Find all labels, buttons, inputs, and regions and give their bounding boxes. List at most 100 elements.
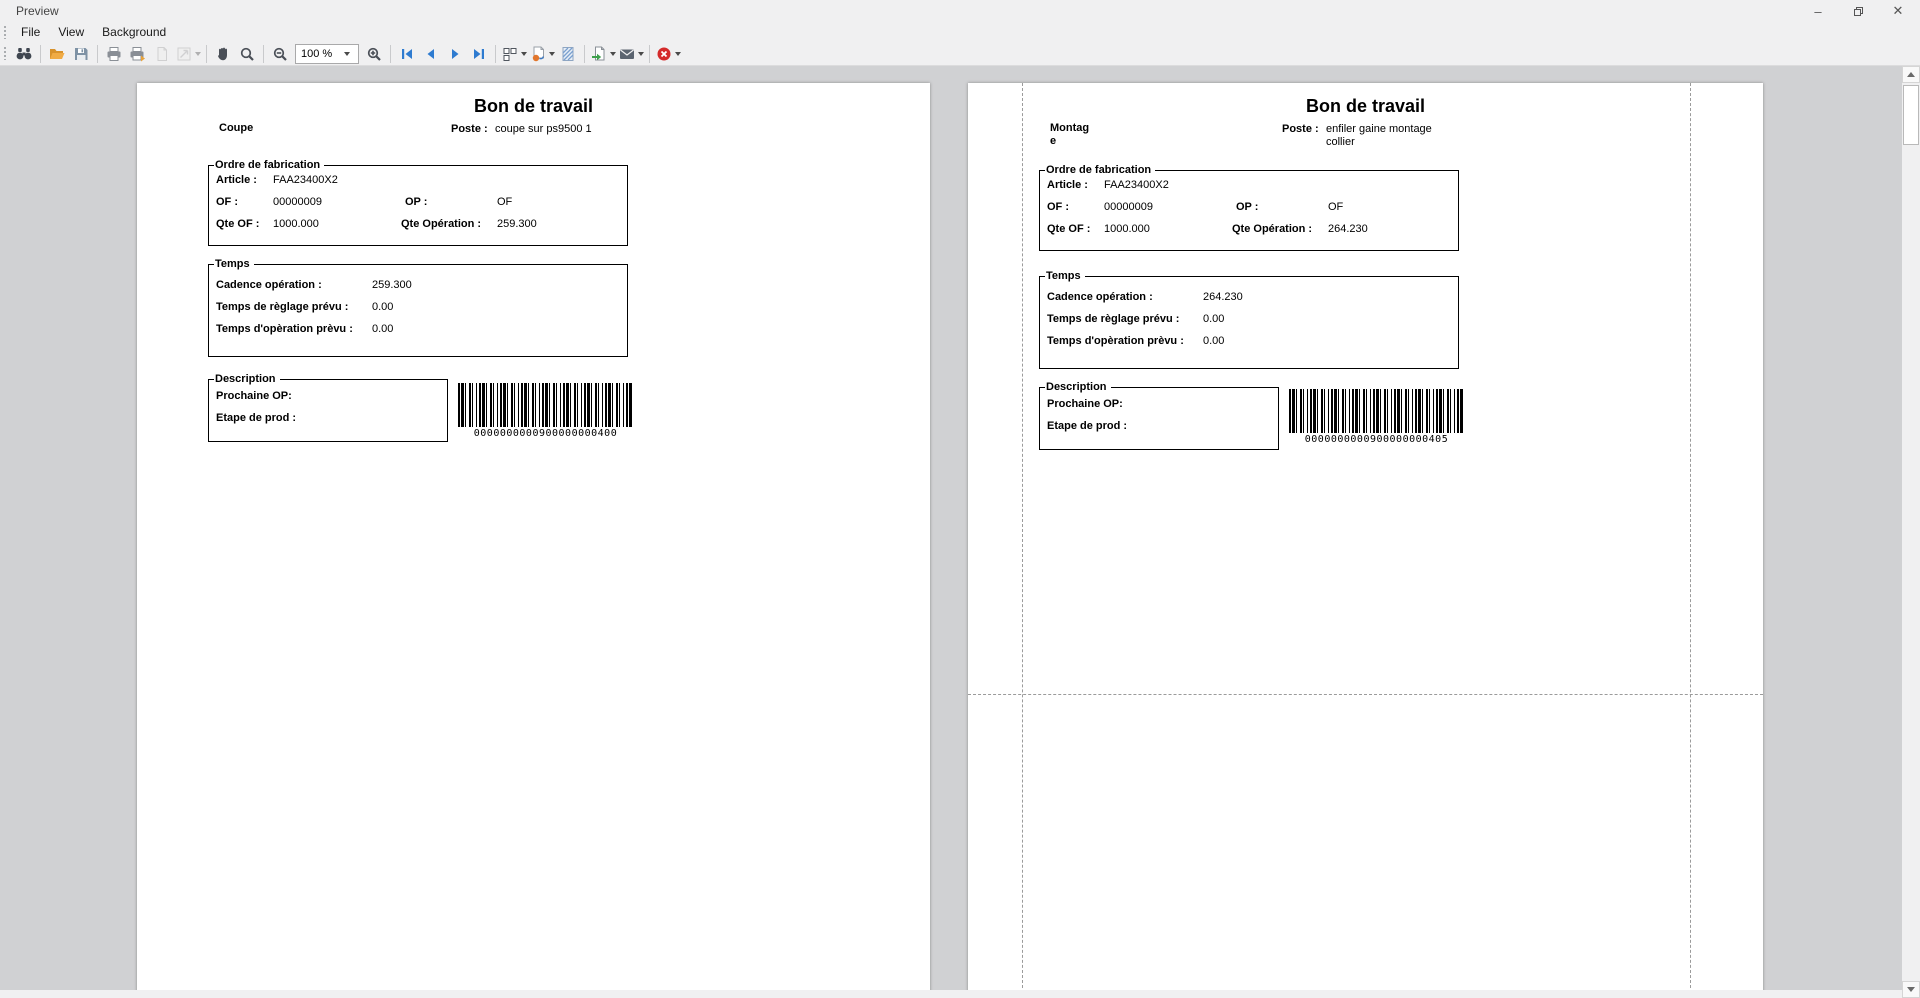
- of-label: OF :: [1047, 201, 1069, 213]
- temps-reglage-label: Temps de règlage prévu :: [1047, 313, 1179, 325]
- hand-tool-button[interactable]: [212, 43, 234, 65]
- menu-file[interactable]: File: [12, 23, 49, 41]
- zoom-combobox-caret[interactable]: [344, 52, 350, 56]
- last-page-icon: [470, 45, 488, 63]
- menu-bar: File View Background: [0, 22, 1920, 42]
- scroll-down-button[interactable]: [1902, 981, 1920, 998]
- open-folder-icon: [48, 45, 66, 63]
- page-title: Bon de travail: [968, 96, 1763, 117]
- barcode-number: 0000000000900000000400: [458, 428, 633, 439]
- minimize-icon: –: [1814, 4, 1821, 19]
- restore-button[interactable]: [1838, 0, 1878, 22]
- poste-value: coupe sur ps9500 1: [495, 123, 620, 136]
- zoom-out-icon: [271, 45, 289, 63]
- previous-page-icon: [422, 45, 440, 63]
- zoom-in-button[interactable]: [363, 43, 385, 65]
- page-color-button[interactable]: [529, 43, 555, 65]
- scale-dropdown-caret: [195, 52, 201, 56]
- of-label: OF :: [216, 196, 238, 208]
- page-margin-guide-left: [1022, 83, 1023, 998]
- title-bar: Preview – ✕: [0, 0, 1920, 22]
- open-button[interactable]: [46, 43, 68, 65]
- page-color-caret[interactable]: [549, 52, 555, 56]
- qte-operation-label: Qte Opération :: [1232, 223, 1312, 235]
- poste-label: Poste :: [1282, 123, 1319, 135]
- send-email-caret[interactable]: [638, 52, 644, 56]
- poste-value: enfiler gaine montage collier: [1326, 123, 1451, 149]
- qte-operation-label: Qte Opération :: [401, 218, 481, 230]
- hand-tool-icon: [214, 45, 232, 63]
- window-title: Preview: [16, 4, 59, 18]
- multiple-pages-button[interactable]: [501, 43, 527, 65]
- temps-operation-label: Temps d'opèration prèvu :: [216, 323, 353, 335]
- scale-button[interactable]: [175, 43, 201, 65]
- zoom-out-button[interactable]: [269, 43, 291, 65]
- zoom-combobox[interactable]: [295, 44, 359, 64]
- page-setup-icon: [153, 45, 171, 63]
- description-legend: Description: [1045, 381, 1111, 394]
- first-page-icon: [398, 45, 416, 63]
- description-box: Description Prochaine OP: Etape de prod …: [1039, 387, 1279, 450]
- barcode: 0000000000900000000405: [1289, 389, 1464, 445]
- watermark-button[interactable]: [557, 43, 579, 65]
- barcode-image: [458, 383, 633, 427]
- send-email-button[interactable]: [618, 43, 644, 65]
- scroll-up-button[interactable]: [1902, 66, 1920, 83]
- ordre-legend: Ordre de fabrication: [1045, 164, 1155, 177]
- next-page-button[interactable]: [444, 43, 466, 65]
- prochaine-op-label: Prochaine OP:: [216, 390, 292, 402]
- cadence-label: Cadence opération :: [1047, 291, 1153, 303]
- vertical-scrollbar[interactable]: [1902, 66, 1920, 998]
- last-page-button[interactable]: [468, 43, 490, 65]
- magnifier-icon: [238, 45, 256, 63]
- qte-operation-value: 264.230: [1328, 223, 1368, 235]
- stop-button[interactable]: [655, 43, 681, 65]
- temps-reglage-value: 0.00: [1203, 313, 1224, 325]
- close-icon: ✕: [1893, 3, 1904, 19]
- barcode-number: 0000000000900000000405: [1289, 434, 1464, 445]
- temps-box: Temps Cadence opération : 259.300 Temps …: [208, 264, 628, 357]
- export-document-button[interactable]: [590, 43, 616, 65]
- magnifier-button[interactable]: [236, 43, 258, 65]
- print-button[interactable]: [103, 43, 125, 65]
- quick-print-button[interactable]: [127, 43, 149, 65]
- multiple-pages-caret[interactable]: [521, 52, 527, 56]
- export-document-caret[interactable]: [610, 52, 616, 56]
- cadence-label: Cadence opération :: [216, 279, 322, 291]
- toolbar-grip[interactable]: [4, 47, 6, 60]
- temps-legend: Temps: [1045, 270, 1085, 283]
- stop-caret[interactable]: [675, 52, 681, 56]
- barcode-image: [1289, 389, 1464, 433]
- op-label: OP :: [405, 196, 427, 208]
- find-button[interactable]: [13, 43, 35, 65]
- ordre-legend: Ordre de fabrication: [214, 159, 324, 172]
- temps-box: Temps Cadence opération : 264.230 Temps …: [1039, 276, 1459, 369]
- find-icon: [15, 45, 33, 63]
- cadence-value: 264.230: [1203, 291, 1243, 303]
- barcode: 0000000000900000000400: [458, 383, 633, 439]
- of-value: 00000009: [1104, 201, 1153, 213]
- minimize-button[interactable]: –: [1798, 0, 1838, 22]
- horizontal-scrollbar[interactable]: [0, 990, 1902, 998]
- watermark-icon: [559, 45, 577, 63]
- menu-background[interactable]: Background: [93, 23, 175, 41]
- previous-page-button[interactable]: [420, 43, 442, 65]
- menu-view[interactable]: View: [49, 23, 93, 41]
- page-color-icon: [529, 45, 547, 63]
- temps-operation-label: Temps d'opèration prèvu :: [1047, 335, 1184, 347]
- save-icon: [72, 45, 90, 63]
- page-setup-button[interactable]: [151, 43, 173, 65]
- cadence-value: 259.300: [372, 279, 412, 291]
- menubar-grip[interactable]: [4, 26, 6, 39]
- save-button[interactable]: [70, 43, 92, 65]
- scroll-down-icon: [1907, 987, 1915, 992]
- vertical-scrollbar-thumb[interactable]: [1903, 85, 1919, 145]
- next-page-icon: [446, 45, 464, 63]
- op-value: OF: [1328, 201, 1343, 213]
- close-button[interactable]: ✕: [1878, 0, 1918, 22]
- first-page-button[interactable]: [396, 43, 418, 65]
- temps-reglage-label: Temps de règlage prévu :: [216, 301, 348, 313]
- zoom-input[interactable]: [296, 48, 342, 60]
- quick-print-icon: [129, 45, 147, 63]
- etape-de-prod-label: Etape de prod :: [216, 412, 296, 424]
